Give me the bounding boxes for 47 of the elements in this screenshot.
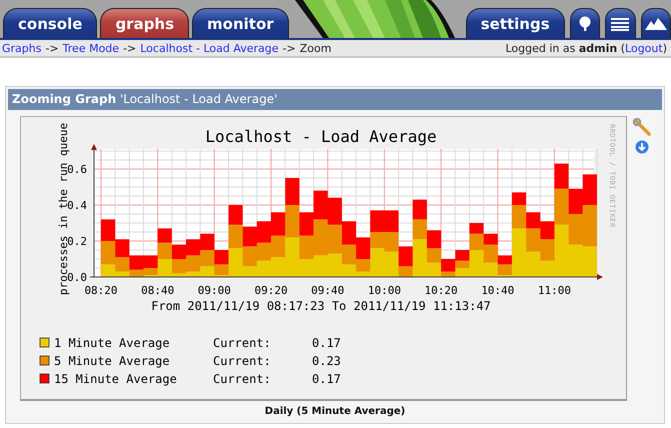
legend-current-label: Current: [213,336,271,350]
breadcrumb-separator: -> [282,42,296,54]
breadcrumb-separator: -> [45,42,59,54]
x-tick-label: 11:00 [538,284,571,297]
x-tick-label: 10:40 [481,284,514,297]
nav-tab[interactable]: graphs [100,8,190,38]
time-range-text: From 2011/11/19 08:17:23 To 2011/11/19 11:13:47 [151,299,491,313]
x-tick-label: 10:20 [424,284,458,297]
breadcrumb-link[interactable]: Graphs [2,42,42,54]
chart-title: Localhost - Load Average [205,127,437,146]
legend-label: 5 Minute Average [54,354,170,368]
x-tick-label: 10:00 [368,284,401,297]
legend-current-label: Current: [213,354,271,368]
x-tick-label: 08:40 [141,284,174,297]
preview-button[interactable] [640,8,671,38]
download-icon[interactable] [635,140,649,154]
breadcrumb-link[interactable]: Tree Mode [62,42,120,54]
x-tick-label: 08:20 [84,284,118,297]
graph-caption: Daily (5 Minute Average) [264,406,406,417]
y-tick-label: 0.4 [67,199,87,212]
y-tick-label: 0.6 [67,163,87,176]
nav-tab[interactable]: monitor [192,8,289,38]
list-view-button[interactable] [605,8,636,38]
tree-icon [576,16,593,32]
legend-value: 0.17 [312,372,341,386]
x-tick-label: 09:00 [198,284,231,297]
wrench-icon[interactable] [633,118,651,136]
breadcrumb-current: Zoom [300,42,332,54]
legend-label: 15 Minute Average [54,372,177,386]
legend-label: 1 Minute Average [54,336,170,350]
x-tick-label: 09:40 [311,284,344,297]
y-tick-label: 0.0 [67,271,87,284]
legend-current-label: Current: [213,372,271,386]
list-icon [611,16,630,30]
panel-title: Zooming Graph 'Localhost - Load Average' [8,89,662,110]
x-tick-label: 09:20 [254,284,288,297]
logout-link[interactable]: Logout [625,42,663,54]
breadcrumb-separator: -> [123,42,136,54]
nav-tab[interactable]: settings [466,8,565,38]
breadcrumb-link[interactable]: Localhost - Load Average [140,42,279,54]
legend-value: 0.23 [312,354,341,368]
login-status: Logged in as admin (Logout) [505,42,667,54]
mountains-icon [644,18,667,30]
y-tick-label: 0.2 [67,235,87,248]
tree-view-button[interactable] [570,8,600,38]
legend-value: 0.17 [312,336,341,350]
nav-tab[interactable]: console [3,8,98,38]
